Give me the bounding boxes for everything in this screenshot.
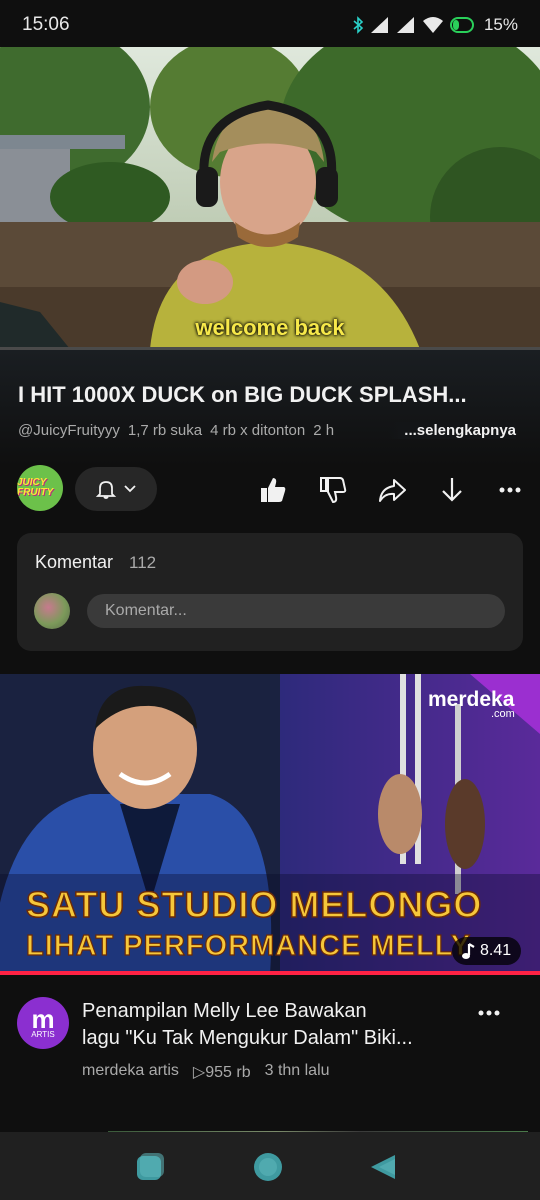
more-icon (499, 487, 521, 493)
battery-text: 15% (483, 15, 518, 34)
recommended-channel[interactable]: merdeka artis (82, 1062, 179, 1082)
music-note-icon (462, 943, 475, 959)
comments-card[interactable]: Komentar 112 Komentar... (17, 533, 523, 651)
bluetooth-icon (353, 16, 364, 34)
chevron-down-icon (124, 485, 136, 493)
channel-avatar[interactable]: JUICY FRUITY (17, 465, 63, 511)
video-player[interactable] (0, 47, 540, 349)
signal-icon (396, 17, 414, 33)
recommended-views: ▷955 rb (192, 1064, 251, 1081)
comments-count: 112 (129, 553, 157, 572)
like-count: 1,7 rb suka (127, 422, 203, 439)
view-count: 4 rb x ditonton (210, 422, 306, 439)
download-button[interactable] (437, 475, 467, 505)
comments-label: Komentar (35, 552, 114, 572)
recommended-title-line-1: Penampilan Melly Lee Bawakan (82, 1000, 367, 1022)
recommended-channel-avatar[interactable]: m ARTIS (17, 997, 69, 1049)
recommended-more-button[interactable] (474, 998, 504, 1028)
battery-icon (449, 17, 474, 33)
thumbs-down-icon (320, 477, 347, 504)
back-button[interactable] (366, 1150, 400, 1184)
status-icons: 15% (352, 15, 518, 35)
subscription-bell-button[interactable] (75, 467, 157, 511)
signal-icon (370, 17, 388, 33)
recommended-age: 3 thn lalu (264, 1062, 330, 1079)
recents-button[interactable] (133, 1150, 167, 1184)
status-time: 15:06 (22, 14, 70, 35)
action-row: JUICY FRUITY (0, 465, 540, 515)
recommended-meta: merdeka artis ▷955 rb 3 thn lalu (82, 1062, 330, 1082)
like-button[interactable] (258, 475, 288, 505)
thumbnail-logo-sub: .com (491, 708, 515, 720)
wifi-icon (422, 17, 443, 33)
recommended-title-line-2: lagu "Ku Tak Mengukur Dalam" Biki... (82, 1027, 413, 1049)
channel-handle[interactable]: @JuicyFruityyy (18, 422, 120, 439)
dislike-button[interactable] (318, 475, 348, 505)
share-icon (379, 479, 406, 502)
recommended-title[interactable]: Penampilan Melly Lee Bawakan lagu "Ku Ta… (82, 998, 462, 1052)
home-icon (254, 1153, 282, 1181)
recents-icon (137, 1153, 164, 1180)
video-title[interactable]: I HIT 1000X DUCK on BIG DUCK SPLASH... (18, 382, 523, 408)
thumbnail-headline-1: SATU STUDIO MELONGO (25, 883, 483, 926)
back-icon (371, 1155, 395, 1179)
thumbs-up-icon (261, 478, 286, 502)
channel-avatar-text: JUICY FRUITY (17, 477, 54, 498)
show-more-link[interactable]: ...selengkapnya (388, 422, 516, 439)
thumbnail-bottom-bar (0, 971, 540, 975)
share-button[interactable] (377, 475, 407, 505)
duration-text: 8.41 (480, 942, 512, 959)
video-age: 2 h (313, 422, 335, 439)
comment-placeholder: Komentar... (105, 602, 187, 619)
duration-badge: 8.41 (452, 937, 522, 965)
recommended-avatar-letter: m (31, 1003, 55, 1034)
user-avatar (34, 593, 70, 629)
bell-icon (95, 481, 117, 499)
more-actions-button[interactable] (495, 475, 525, 505)
thumbnail-image (0, 674, 540, 974)
home-button[interactable] (251, 1150, 285, 1184)
video-caption: welcome back (195, 315, 345, 340)
more-icon (478, 1010, 500, 1016)
download-icon (442, 478, 462, 502)
recommended-avatar-sub: ARTIS (31, 1029, 55, 1039)
video-frame (0, 47, 540, 349)
recommended-thumbnail[interactable] (0, 674, 540, 974)
status-bar: 15:06 15% (0, 0, 540, 50)
comment-input[interactable]: Komentar... (87, 594, 505, 628)
